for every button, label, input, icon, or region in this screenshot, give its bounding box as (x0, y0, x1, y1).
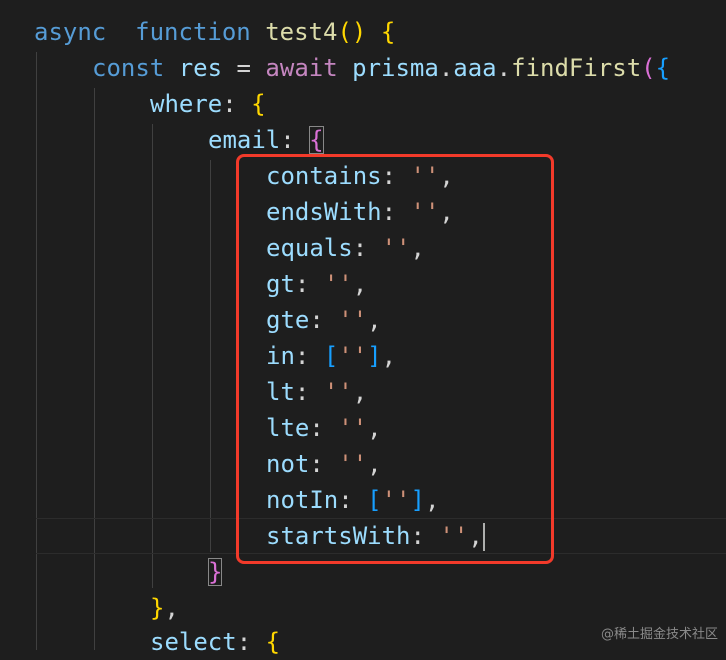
key-where: where (150, 90, 223, 118)
code-line-close-email: } (208, 554, 223, 590)
code-line-4: email: { (208, 122, 324, 158)
indent-guide (94, 88, 95, 650)
key-select: select (150, 628, 237, 656)
variable-res: res (178, 54, 223, 82)
dot-operator: . (438, 54, 454, 82)
annotation-highlight-box (236, 154, 554, 564)
indent-guide (210, 160, 211, 552)
object-prisma: prisma (352, 54, 439, 82)
keyword-const: const (92, 54, 165, 82)
colon: : (236, 628, 252, 656)
where-open-brace: { (251, 90, 266, 118)
function-name: test4 (265, 18, 338, 46)
email-close-brace: } (208, 558, 223, 586)
call-open-paren: ( (641, 54, 656, 82)
function-parens: () (337, 18, 367, 46)
colon: : (280, 126, 295, 154)
code-line-2: const res = await prisma.aaa.findFirst({ (92, 50, 670, 86)
code-line-3: where: { (150, 86, 266, 122)
model-aaa: aaa (453, 54, 497, 82)
code-line-close-where: }, (150, 590, 179, 626)
colon: : (222, 90, 237, 118)
comma: , (164, 594, 179, 622)
where-close-brace: } (150, 594, 165, 622)
keyword-await: await (265, 54, 338, 82)
select-open-brace: { (265, 628, 281, 656)
function-open-brace: { (380, 18, 396, 46)
code-editor[interactable]: async function test4() { const res = awa… (0, 0, 726, 656)
code-line-1: async function test4() { (34, 14, 395, 50)
key-email: email (208, 126, 281, 154)
keyword-async: async (34, 18, 107, 46)
method-findfirst: findFirst (511, 54, 642, 82)
keyword-function: function (135, 18, 251, 46)
args-open-brace: { (655, 54, 671, 82)
dot-operator: . (496, 54, 512, 82)
code-line-select: select: { (150, 624, 280, 660)
email-open-brace: { (309, 126, 324, 154)
assign-operator: = (236, 54, 251, 82)
indent-guide (36, 52, 37, 650)
watermark: @稀土掘金技术社区 (600, 627, 718, 642)
